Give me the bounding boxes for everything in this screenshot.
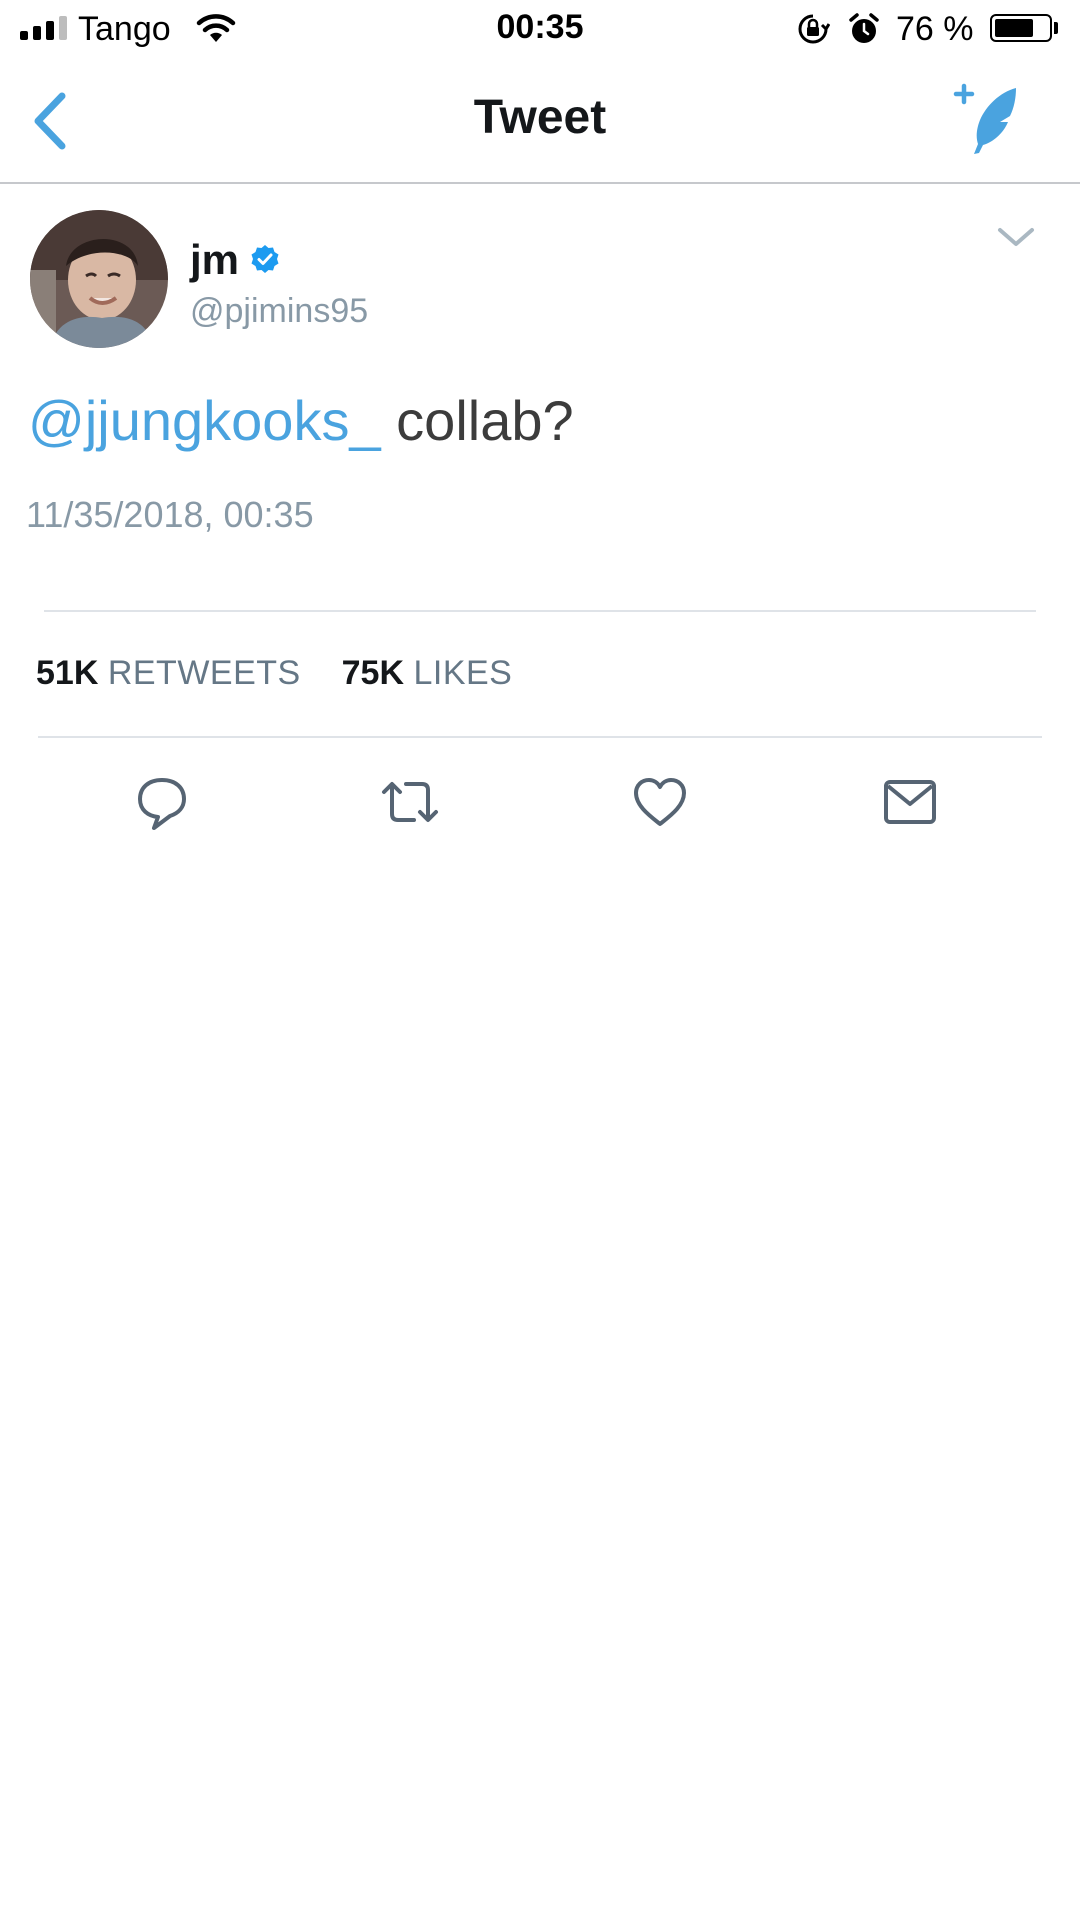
retweets-stat[interactable]: 51K RETWEETS [36, 654, 310, 692]
divider [38, 736, 1042, 738]
tweet-text: collab? [380, 389, 574, 452]
retweets-label: RETWEETS [107, 654, 301, 692]
compose-tweet-icon[interactable] [950, 80, 1030, 160]
alarm-icon [849, 13, 879, 43]
page-title: Tweet [473, 91, 607, 144]
avatar[interactable] [30, 210, 168, 348]
reply-icon[interactable] [132, 772, 192, 832]
battery-percentage: 76 % [896, 10, 974, 48]
divider [44, 610, 1036, 612]
likes-count: 75K [341, 654, 405, 692]
navigation-bar: Tweet [0, 70, 1080, 184]
username-handle[interactable]: @pjimins95 [190, 292, 368, 331]
likes-stat[interactable]: 75K LIKES [332, 654, 512, 692]
likes-label: LIKES [413, 654, 513, 692]
battery-icon [990, 14, 1052, 42]
chevron-down-icon[interactable] [996, 224, 1036, 250]
heart-icon[interactable] [630, 772, 690, 832]
envelope-icon[interactable] [880, 772, 940, 832]
tweet-timestamp: 11/35/2018, 00:35 [26, 494, 314, 535]
display-name[interactable]: jm [190, 236, 239, 284]
retweets-count: 51K [36, 654, 99, 692]
mention-link[interactable]: @jjungkooks_ [28, 389, 381, 452]
tweet-body: @jjungkooks_ collab? [28, 388, 574, 453]
status-bar: Tango 00:35 76 % [0, 0, 1080, 60]
rotation-lock-icon [798, 14, 830, 44]
verified-badge-icon [251, 245, 279, 273]
tweet-stats: 51K RETWEETS 75K LIKES [36, 654, 512, 693]
profile-photo-icon [30, 210, 168, 348]
battery-terminal [1054, 22, 1058, 34]
retweet-icon[interactable] [380, 772, 440, 832]
